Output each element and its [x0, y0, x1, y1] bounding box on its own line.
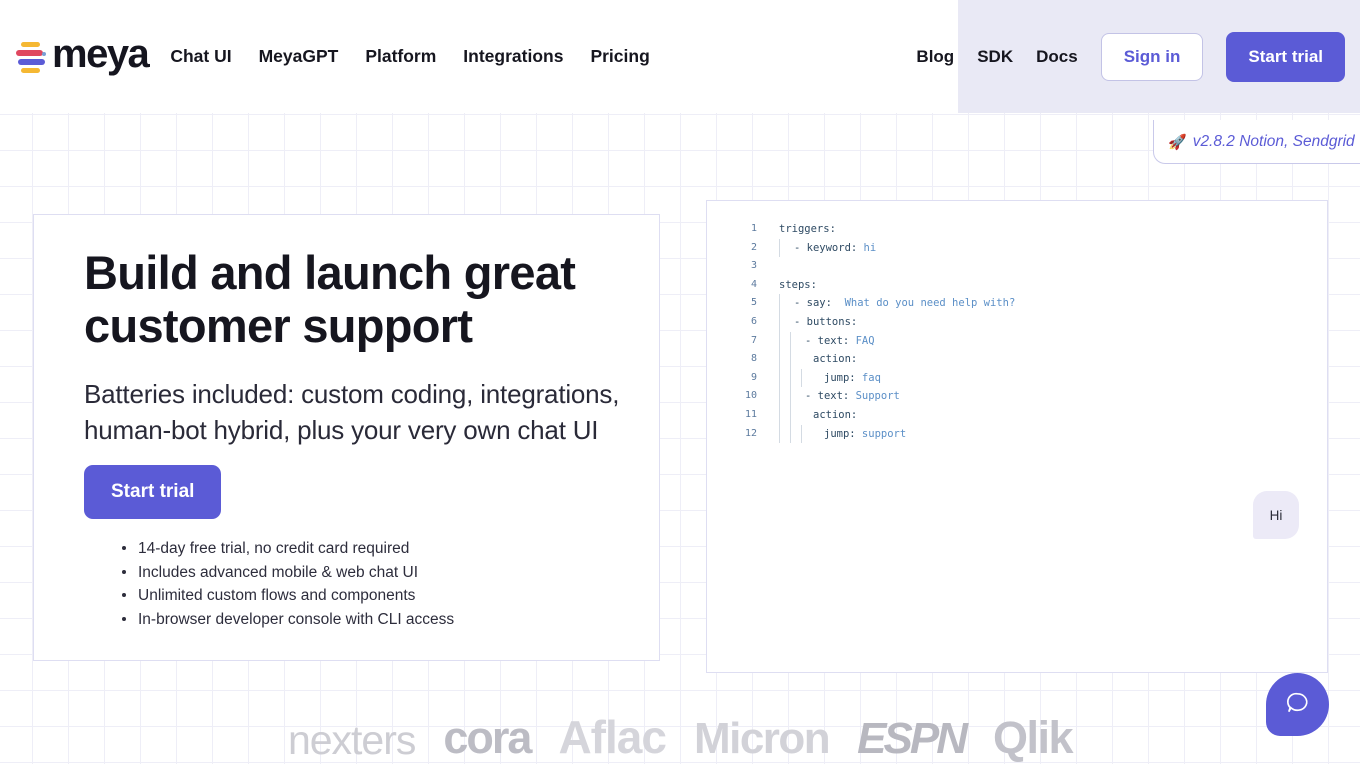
code-line-number: 7 [731, 332, 757, 351]
code-line: 2 - keyword: hi [731, 239, 1015, 258]
code-line: 10 - text: Support [731, 387, 1015, 406]
code-indent-guide [790, 425, 801, 444]
code-line-number: 11 [731, 406, 757, 425]
logo-nexters: nexters [288, 717, 415, 764]
code-text: - buttons: [794, 313, 857, 332]
code-line: 6 - buttons: [731, 313, 1015, 332]
nav-link-integrations[interactable]: Integrations [463, 46, 563, 67]
logo-qlik: Qlik [993, 712, 1072, 764]
secondary-nav: Blog SDK Docs Sign in Start trial [916, 0, 1345, 113]
primary-nav: Chat UI MeyaGPT Platform Integrations Pr… [170, 46, 649, 67]
hero-feature-list: 14-day free trial, no credit card requir… [122, 537, 454, 631]
list-item: In-browser developer console with CLI ac… [122, 608, 454, 632]
code-line-number: 8 [731, 350, 757, 369]
code-line-number: 6 [731, 313, 757, 332]
list-item: 14-day free trial, no credit card requir… [122, 537, 454, 561]
code-text: jump: support [824, 425, 906, 444]
yaml-code-editor[interactable]: 1 triggers: 2 - keyword: hi 34 steps: 5 - say: … [731, 220, 1015, 443]
code-text: - say: What do you need help with? [794, 294, 1015, 313]
code-indent-guide [790, 387, 801, 406]
nav-link-sdk[interactable]: SDK [977, 47, 1013, 67]
hero-subheading: Batteries included: custom coding, integ… [84, 377, 624, 448]
nav-link-blog[interactable]: Blog [916, 47, 954, 67]
chat-user-message-bubble: Hi [1253, 491, 1299, 539]
code-line: 9 jump: faq [731, 369, 1015, 388]
logo-micron: Micron [694, 714, 829, 764]
product-demo-card: 1 triggers: 2 - keyword: hi 34 steps: 5 - say: … [706, 200, 1328, 673]
code-indent-guide [779, 350, 790, 369]
code-line-number: 1 [731, 220, 757, 239]
top-navbar: meya Chat UI MeyaGPT Platform Integratio… [0, 0, 1360, 113]
code-indent-guide [779, 406, 790, 425]
code-indent-guide [790, 369, 801, 388]
code-text: steps: [779, 276, 817, 295]
code-indent-guide [779, 425, 790, 444]
start-trial-button-nav[interactable]: Start trial [1226, 32, 1345, 82]
rocket-icon: 🚀 [1168, 133, 1187, 151]
code-text: action: [813, 350, 857, 369]
meya-logo-text: meya [52, 34, 148, 79]
code-indent-guide [790, 332, 801, 351]
meya-logo[interactable]: meya [14, 34, 148, 79]
meya-logo-mark-icon [14, 39, 48, 75]
code-line-number: 12 [731, 425, 757, 444]
nav-link-meyagpt[interactable]: MeyaGPT [259, 46, 339, 67]
code-line: 12 jump: support [731, 425, 1015, 444]
logo-cora: cora [443, 712, 530, 764]
code-indent-guide [779, 313, 790, 332]
code-line-number: 9 [731, 369, 757, 388]
code-text: jump: faq [824, 369, 881, 388]
code-line-number: 3 [731, 257, 757, 276]
code-indent-guide [779, 369, 790, 388]
chat-launcher-button[interactable] [1266, 673, 1329, 736]
code-line-number: 10 [731, 387, 757, 406]
code-line: 7 - text: FAQ [731, 332, 1015, 351]
list-item: Includes advanced mobile & web chat UI [122, 561, 454, 585]
code-line-number: 5 [731, 294, 757, 313]
nav-link-chat-ui[interactable]: Chat UI [170, 46, 231, 67]
code-line: 1 triggers: [731, 220, 1015, 239]
code-line: 5 - say: What do you need help with? [731, 294, 1015, 313]
code-text: - keyword: hi [794, 239, 876, 258]
code-indent-guide [790, 406, 801, 425]
logo-espn: ESPN [857, 714, 965, 764]
chat-bubble-icon [1283, 688, 1312, 722]
hero-card: Build and launch great customer support … [33, 214, 660, 661]
code-line-number: 2 [731, 239, 757, 258]
version-badge-text: v2.8.2 Notion, Sendgrid [1193, 133, 1355, 151]
code-text: action: [813, 406, 857, 425]
nav-link-pricing[interactable]: Pricing [590, 46, 649, 67]
code-indent-guide [790, 350, 801, 369]
code-indent-guide [801, 425, 812, 444]
code-line: 8 action: [731, 350, 1015, 369]
code-text: - text: FAQ [805, 332, 875, 351]
code-line: 3 [731, 257, 1015, 276]
code-indent-guide [779, 239, 790, 258]
sign-in-button[interactable]: Sign in [1101, 33, 1204, 81]
code-text: - text: Support [805, 387, 900, 406]
code-indent-guide [779, 294, 790, 313]
customer-logo-strip: nexters cora Aflac Micron ESPN Qlik [0, 706, 1360, 764]
logo-aflac: Aflac [558, 710, 665, 764]
nav-link-platform[interactable]: Platform [365, 46, 436, 67]
nav-link-docs[interactable]: Docs [1036, 47, 1078, 67]
page-title: Build and launch great customer support [84, 247, 614, 352]
code-line: 11 action: [731, 406, 1015, 425]
code-line-number: 4 [731, 276, 757, 295]
version-badge[interactable]: 🚀 v2.8.2 Notion, Sendgrid [1153, 120, 1360, 164]
code-text: triggers: [779, 220, 836, 239]
code-indent-guide [801, 369, 812, 388]
start-trial-button-hero[interactable]: Start trial [84, 465, 221, 519]
list-item: Unlimited custom flows and components [122, 584, 454, 608]
code-indent-guide [779, 332, 790, 351]
code-indent-guide [779, 387, 790, 406]
code-line: 4 steps: [731, 276, 1015, 295]
